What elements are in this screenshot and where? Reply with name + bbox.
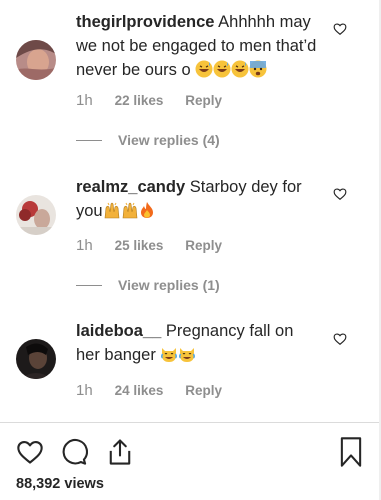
bookmark-icon[interactable] bbox=[337, 436, 365, 473]
comment-icon[interactable] bbox=[60, 438, 88, 471]
reply-button[interactable]: Reply bbox=[185, 383, 222, 398]
comment-username[interactable]: thegirlprovidence bbox=[76, 13, 214, 31]
comment-likes[interactable]: 25 likes bbox=[115, 238, 164, 253]
post-actions-bar bbox=[0, 434, 379, 474]
anxious-sweat-emoji-icon bbox=[249, 60, 267, 85]
avatar[interactable] bbox=[16, 195, 56, 235]
views-count[interactable]: 88,392 views bbox=[16, 476, 104, 492]
grinning-sweat-emoji-icon bbox=[231, 60, 249, 85]
view-replies-button[interactable]: View replies (1) bbox=[76, 277, 220, 293]
raising-hands-emoji-icon bbox=[103, 201, 121, 226]
comment-username[interactable]: laideboa__ bbox=[76, 322, 161, 340]
share-icon[interactable] bbox=[106, 437, 134, 472]
raising-hands-emoji-icon bbox=[121, 201, 139, 226]
heart-icon[interactable] bbox=[16, 438, 44, 471]
cat-tears-of-joy-emoji-icon bbox=[160, 345, 178, 370]
cat-tears-of-joy-emoji-icon bbox=[178, 345, 196, 370]
like-comment-heart-icon[interactable] bbox=[333, 332, 347, 346]
comment-meta: 1h 24 likes Reply bbox=[76, 382, 222, 399]
view-replies-line bbox=[76, 139, 102, 141]
view-replies-label: View replies (1) bbox=[118, 277, 220, 293]
comment-body: realmz_candy Starboy dey for you bbox=[76, 175, 321, 226]
comment-username[interactable]: realmz_candy bbox=[76, 178, 185, 196]
avatar[interactable] bbox=[16, 40, 56, 80]
reply-button[interactable]: Reply bbox=[185, 93, 222, 108]
grinning-sweat-emoji-icon bbox=[213, 60, 231, 85]
view-replies-line bbox=[76, 284, 102, 286]
view-replies-button[interactable]: View replies (4) bbox=[76, 132, 220, 148]
grinning-sweat-emoji-icon bbox=[195, 60, 213, 85]
like-comment-heart-icon[interactable] bbox=[333, 22, 347, 36]
comment-time: 1h bbox=[76, 92, 93, 109]
comment-body: thegirlprovidence Ahhhhh may we not be e… bbox=[76, 10, 321, 85]
fire-emoji-icon bbox=[139, 201, 155, 226]
comment-likes[interactable]: 24 likes bbox=[115, 383, 164, 398]
comment-meta: 1h 22 likes Reply bbox=[76, 92, 222, 109]
comment-time: 1h bbox=[76, 237, 93, 254]
comment-body: laideboa__ Pregnancy fall on her banger bbox=[76, 319, 321, 370]
comment-time: 1h bbox=[76, 382, 93, 399]
view-replies-label: View replies (4) bbox=[118, 132, 220, 148]
comment-meta: 1h 25 likes Reply bbox=[76, 237, 222, 254]
avatar[interactable] bbox=[16, 339, 56, 379]
comment-likes[interactable]: 22 likes bbox=[115, 93, 164, 108]
like-comment-heart-icon[interactable] bbox=[333, 187, 347, 201]
section-divider bbox=[0, 422, 379, 423]
reply-button[interactable]: Reply bbox=[185, 238, 222, 253]
